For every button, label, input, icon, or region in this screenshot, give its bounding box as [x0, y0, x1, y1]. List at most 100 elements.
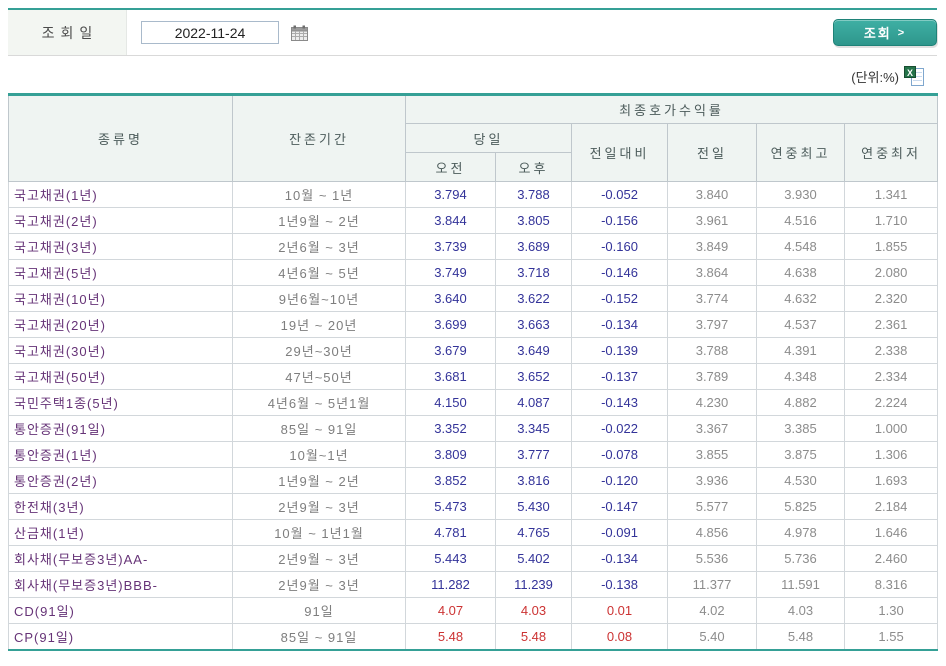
- table-body: 국고채권(1년) 10월 ~ 1년 3.794 3.788 -0.052 3.840 3.9…: [8, 181, 939, 650]
- table-row: 한전채(3년) 2년9월 ~ 3년 5.473 5.430 -0.147 5.577 5.8…: [8, 493, 939, 520]
- cell-am: 3.749: [405, 259, 496, 286]
- cell-name[interactable]: 국고채권(20년): [8, 311, 233, 338]
- header-diff: 전일대비: [571, 123, 668, 182]
- cell-am: 3.352: [405, 415, 496, 442]
- cell-name[interactable]: 통안증권(1년): [8, 441, 233, 468]
- cell-period: 10월~1년: [232, 441, 406, 468]
- cell-low: 1.693: [843, 467, 939, 494]
- header-prev: 전일: [667, 123, 757, 182]
- cell-name[interactable]: 회사채(무보증3년)AA-: [8, 545, 233, 572]
- cell-high: 4.638: [756, 259, 845, 286]
- calendar-icon[interactable]: [291, 25, 308, 41]
- cell-name[interactable]: 통안증권(2년): [8, 467, 233, 494]
- cell-period: 1년9월 ~ 2년: [232, 467, 406, 494]
- page: 조회일 조회 > (단위:%) X: [0, 0, 946, 666]
- table-row: CD(91일) 91일 4.07 4.03 0.01 4.02 4.03 1.30: [8, 597, 939, 624]
- cell-low: 2.334: [843, 363, 939, 390]
- header-type: 종류명: [8, 94, 233, 182]
- cell-diff: 0.08: [571, 623, 668, 650]
- cell-low: 1.000: [843, 415, 939, 442]
- cell-high: 5.48: [756, 623, 845, 650]
- cell-high: 3.930: [756, 181, 845, 208]
- cell-diff: 0.01: [571, 597, 668, 624]
- table-row: 국고채권(30년) 29년~30년 3.679 3.649 -0.139 3.788 4.3…: [8, 337, 939, 364]
- cell-name[interactable]: CP(91일): [8, 623, 233, 650]
- cell-period: 85일 ~ 91일: [232, 623, 406, 650]
- header-period: 잔존기간: [232, 94, 406, 182]
- cell-name[interactable]: 국민주택1종(5년): [8, 389, 233, 416]
- table-row: 국고채권(5년) 4년6월 ~ 5년 3.749 3.718 -0.146 3.864 4.…: [8, 259, 939, 286]
- cell-name[interactable]: 국고채권(2년): [8, 207, 233, 234]
- cell-high: 4.978: [756, 519, 845, 546]
- cell-pm: 3.777: [495, 441, 572, 468]
- cell-prev: 4.02: [667, 597, 757, 624]
- cell-name[interactable]: 산금채(1년): [8, 519, 233, 546]
- cell-prev: 3.936: [667, 467, 757, 494]
- cell-am: 3.852: [405, 467, 496, 494]
- cell-name[interactable]: 국고채권(1년): [8, 181, 233, 208]
- cell-period: 29년~30년: [232, 337, 406, 364]
- table-row: 통안증권(1년) 10월~1년 3.809 3.777 -0.078 3.855 3.875…: [8, 441, 939, 468]
- table-row: 산금채(1년) 10월 ~ 1년1월 4.781 4.765 -0.091 4.856 4.…: [8, 519, 939, 546]
- cell-high: 5.736: [756, 545, 845, 572]
- unit-row: (단위:%) X: [851, 64, 924, 88]
- cell-high: 3.875: [756, 441, 845, 468]
- table-row: 국고채권(50년) 47년~50년 3.681 3.652 -0.137 3.789 4.3…: [8, 363, 939, 390]
- cell-pm: 3.345: [495, 415, 572, 442]
- cell-name[interactable]: 국고채권(10년): [8, 285, 233, 312]
- cell-diff: -0.052: [571, 181, 668, 208]
- cell-pm: 4.765: [495, 519, 572, 546]
- cell-pm: 5.402: [495, 545, 572, 572]
- date-input[interactable]: [141, 21, 279, 44]
- cell-diff: -0.137: [571, 363, 668, 390]
- cell-prev: 3.774: [667, 285, 757, 312]
- cell-name[interactable]: 국고채권(50년): [8, 363, 233, 390]
- cell-low: 1.646: [843, 519, 939, 546]
- cell-name[interactable]: 국고채권(3년): [8, 233, 233, 260]
- cell-low: 1.55: [843, 623, 939, 650]
- table-row: 국고채권(10년) 9년6월~10년 3.640 3.622 -0.152 3.774 4.…: [8, 285, 939, 312]
- cell-low: 1.710: [843, 207, 939, 234]
- cell-high: 4.537: [756, 311, 845, 338]
- cell-high: 11.591: [756, 571, 845, 598]
- cell-prev: 3.797: [667, 311, 757, 338]
- cell-period: 4년6월 ~ 5년1월: [232, 389, 406, 416]
- cell-am: 3.844: [405, 207, 496, 234]
- table-row: 회사채(무보증3년)AA- 2년9월 ~ 3년 5.443 5.402 -0.134 5.…: [8, 545, 939, 572]
- cell-diff: -0.156: [571, 207, 668, 234]
- cell-am: 4.781: [405, 519, 496, 546]
- cell-am: 3.739: [405, 233, 496, 260]
- search-button[interactable]: 조회 >: [833, 19, 937, 46]
- cell-name[interactable]: CD(91일): [8, 597, 233, 624]
- cell-diff: -0.120: [571, 467, 668, 494]
- cell-high: 4.516: [756, 207, 845, 234]
- cell-pm: 3.652: [495, 363, 572, 390]
- cell-am: 3.809: [405, 441, 496, 468]
- cell-name[interactable]: 국고채권(30년): [8, 337, 233, 364]
- cell-name[interactable]: 회사채(무보증3년)BBB-: [8, 571, 233, 598]
- cell-high: 4.348: [756, 363, 845, 390]
- cell-name[interactable]: 통안증권(91일): [8, 415, 233, 442]
- excel-download-icon[interactable]: X: [904, 65, 924, 87]
- table-row: 회사채(무보증3년)BBB- 2년9월 ~ 3년 11.282 11.239 -0.13…: [8, 571, 939, 598]
- cell-low: 2.320: [843, 285, 939, 312]
- cell-diff: -0.134: [571, 545, 668, 572]
- cell-am: 3.640: [405, 285, 496, 312]
- search-button-label: 조회: [863, 26, 892, 41]
- cell-diff: -0.138: [571, 571, 668, 598]
- cell-am: 5.473: [405, 493, 496, 520]
- cell-low: 8.316: [843, 571, 939, 598]
- cell-prev: 3.840: [667, 181, 757, 208]
- table-row: 국고채권(2년) 1년9월 ~ 2년 3.844 3.805 -0.156 3.961 4.…: [8, 207, 939, 234]
- cell-period: 91일: [232, 597, 406, 624]
- date-label: 조회일: [8, 10, 127, 55]
- cell-am: 5.48: [405, 623, 496, 650]
- cell-diff: -0.146: [571, 259, 668, 286]
- cell-prev: 4.230: [667, 389, 757, 416]
- cell-name[interactable]: 국고채권(5년): [8, 259, 233, 286]
- cell-pm: 4.087: [495, 389, 572, 416]
- cell-period: 47년~50년: [232, 363, 406, 390]
- cell-period: 10월 ~ 1년: [232, 181, 406, 208]
- cell-diff: -0.152: [571, 285, 668, 312]
- cell-name[interactable]: 한전채(3년): [8, 493, 233, 520]
